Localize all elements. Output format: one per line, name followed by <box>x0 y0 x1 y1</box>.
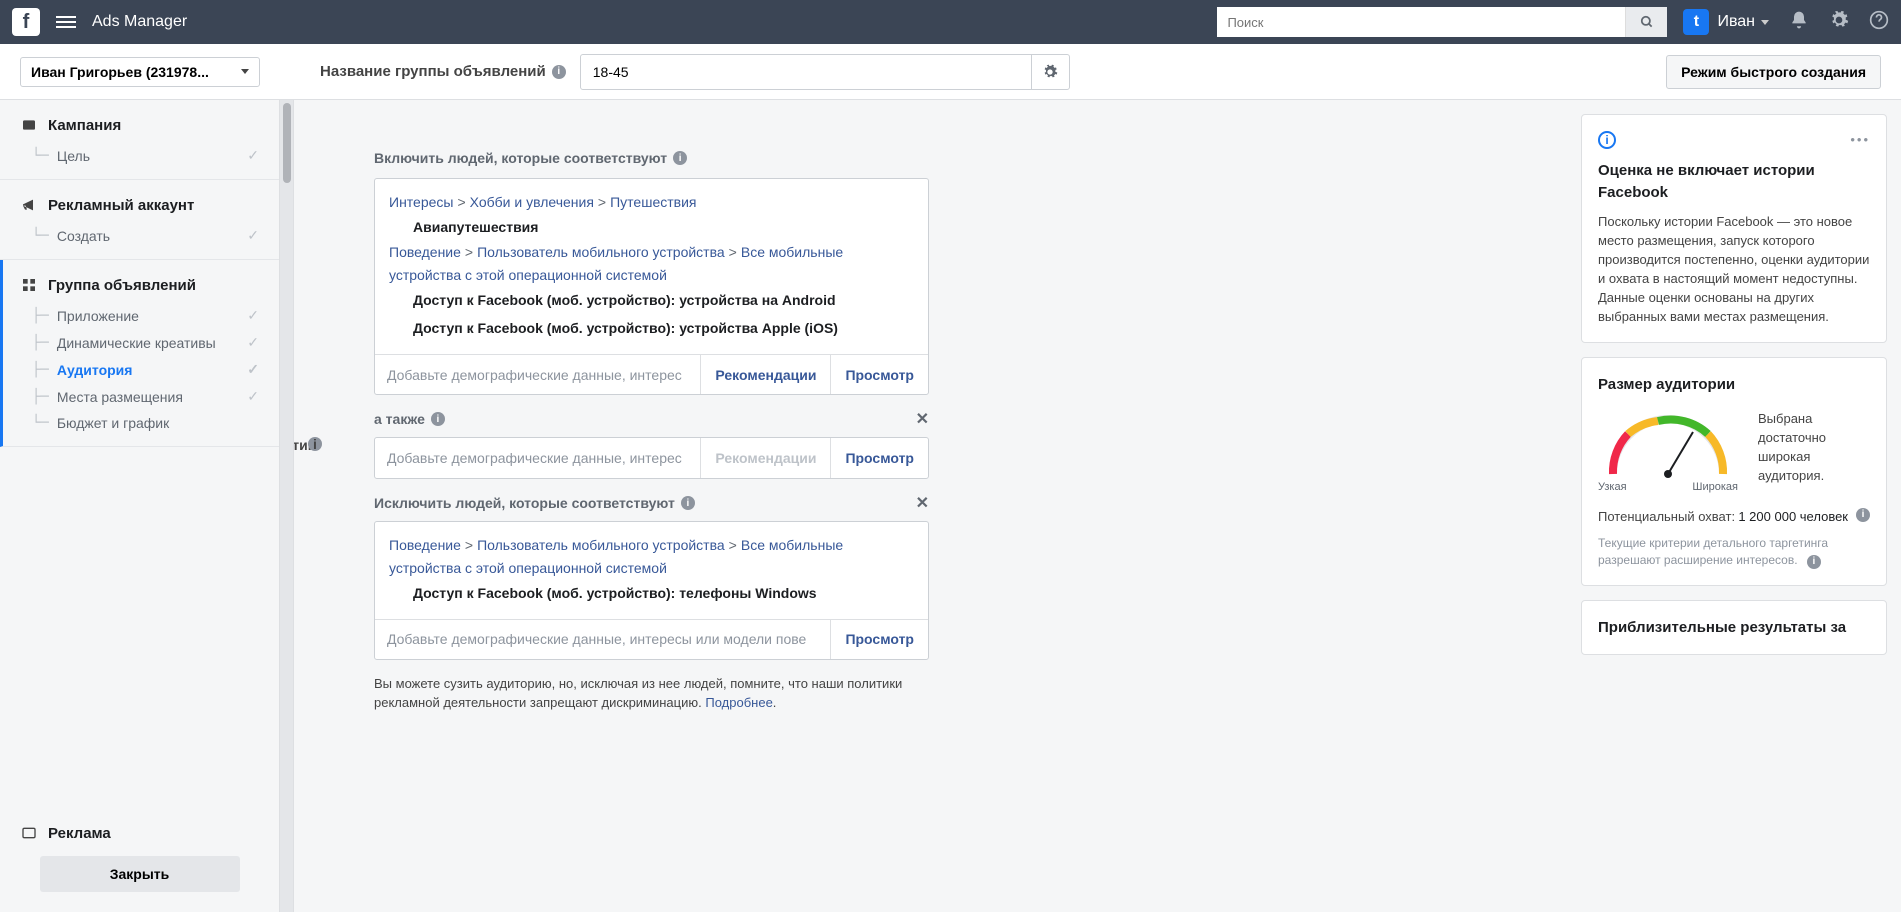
info-icon: i <box>681 496 695 510</box>
exclude-box: Поведение>Пользователь мобильного устрой… <box>374 521 929 660</box>
user-avatar-icon: t <box>1683 9 1709 35</box>
nav-campaign[interactable]: Кампания <box>20 116 259 134</box>
gauge-verdict: Выбрана достаточно широкая аудитория. <box>1758 404 1870 485</box>
narrow-box: Добавьте демографические данные, интерес… <box>374 437 929 479</box>
breadcrumb: Поведение>Пользователь мобильного устрой… <box>389 241 914 286</box>
browse-link[interactable]: Просмотр <box>830 438 928 478</box>
quick-create-button[interactable]: Режим быстрого создания <box>1666 55 1881 89</box>
nav-item-objective[interactable]: └─Цель✓ <box>20 142 259 169</box>
check-icon: ✓ <box>247 227 259 244</box>
add-target-input[interactable]: Добавьте демографические данные, интерес <box>375 367 700 383</box>
info-icon: i <box>552 65 566 79</box>
recommendations-link[interactable]: Рекомендации <box>700 355 830 394</box>
add-target-input[interactable]: Добавьте демографические данные, интерес… <box>375 631 830 647</box>
search-input[interactable] <box>1217 7 1625 37</box>
close-icon[interactable]: ✕ <box>916 409 929 429</box>
include-title: Включить людей, которые соответствуютi <box>374 150 929 166</box>
breadcrumb: Интересы>Хобби и увлечения>Путешествия <box>389 191 914 213</box>
adset-name-input[interactable] <box>581 64 1031 80</box>
more-icon[interactable]: ••• <box>1850 131 1870 150</box>
info-icon: i <box>673 151 687 165</box>
account-selector[interactable]: Иван Григорьев (231978... <box>20 57 260 87</box>
nav-adset[interactable]: Группа объявлений <box>20 276 259 294</box>
search-button[interactable] <box>1625 7 1667 37</box>
info-icon: i <box>1856 508 1870 522</box>
check-icon: ✓ <box>247 147 259 164</box>
breadcrumb: Поведение>Пользователь мобильного устрой… <box>389 534 914 579</box>
check-icon: ✓ <box>247 307 259 324</box>
hamburger-icon[interactable] <box>56 13 76 31</box>
nav-item-audience[interactable]: ├─Аудитория✓ <box>20 356 259 383</box>
info-icon: i <box>1598 131 1616 149</box>
nav-item-dynamic[interactable]: ├─Динамические креативы✓ <box>20 329 259 356</box>
app-title: Ads Manager <box>92 13 187 31</box>
and-also-label: а также <box>374 411 425 427</box>
exclude-title: Исключить людей, которые соответствуют <box>374 495 675 511</box>
target-item[interactable]: Доступ к Facebook (моб. устройство): уст… <box>389 286 914 314</box>
card-body: Поскольку истории Facebook — это новое м… <box>1598 213 1870 326</box>
narrow-note: Вы можете сузить аудиторию, но, исключая… <box>374 674 929 713</box>
user-name: Иван <box>1717 13 1755 31</box>
settings-icon[interactable] <box>1829 10 1849 35</box>
nav-ads[interactable]: Реклама <box>20 824 259 842</box>
check-icon: ✓ <box>247 361 259 378</box>
user-menu[interactable]: t Иван <box>1683 9 1769 35</box>
check-icon: ✓ <box>247 334 259 351</box>
megaphone-icon <box>20 196 38 214</box>
target-item[interactable]: Доступ к Facebook (моб. устройство): тел… <box>389 579 914 607</box>
target-item[interactable]: Авиапутешествия <box>389 213 914 241</box>
targeting-note: Текущие критерии детального таргетинга р… <box>1598 536 1828 567</box>
card-title: Оценка не включает истории Facebook <box>1598 160 1870 204</box>
nav-item-budget[interactable]: └─Бюджет и график <box>20 410 259 436</box>
grid-icon <box>20 276 38 294</box>
audience-gauge <box>1598 404 1738 484</box>
card-title: Приблизительные результаты за <box>1598 617 1870 639</box>
nav-item-placement[interactable]: ├─Места размещения✓ <box>20 383 259 410</box>
reach-label: Потенциальный охват: <box>1598 508 1738 527</box>
ad-icon <box>20 824 38 842</box>
browse-link[interactable]: Просмотр <box>830 620 928 659</box>
info-icon: i <box>431 412 445 426</box>
add-target-input[interactable]: Добавьте демографические данные, интерес <box>375 450 700 466</box>
search-icon <box>1640 15 1654 29</box>
recommendations-link: Рекомендации <box>700 438 830 478</box>
account-name: Иван Григорьев (231978... <box>31 64 209 80</box>
include-box: Интересы>Хобби и увлечения>Путешествия А… <box>374 178 929 395</box>
caret-down-icon <box>1761 20 1769 25</box>
close-button[interactable]: Закрыть <box>40 856 240 892</box>
target-item[interactable]: Доступ к Facebook (моб. устройство): уст… <box>389 314 914 342</box>
facebook-logo[interactable]: f <box>12 8 40 36</box>
check-icon: ✓ <box>247 388 259 405</box>
card-title: Размер аудитории <box>1598 374 1870 396</box>
reach-value: 1 200 000 человек <box>1738 508 1848 527</box>
gear-icon[interactable] <box>1031 55 1069 89</box>
notifications-icon[interactable] <box>1789 10 1809 35</box>
caret-down-icon <box>241 69 249 74</box>
close-icon[interactable]: ✕ <box>916 493 929 513</box>
learn-more-link[interactable]: Подробнее <box>705 695 772 710</box>
campaign-icon <box>20 116 38 134</box>
browse-link[interactable]: Просмотр <box>830 355 928 394</box>
nav-item-create[interactable]: └─Создать✓ <box>20 222 259 249</box>
nav-adaccount[interactable]: Рекламный аккаунт <box>20 196 259 214</box>
info-icon: i <box>1807 555 1821 569</box>
sidebar-scrollbar[interactable] <box>280 100 294 912</box>
help-icon[interactable] <box>1869 10 1889 35</box>
adset-name-label: Название группы объявленийi <box>320 63 566 80</box>
nav-item-app[interactable]: ├─Приложение✓ <box>20 302 259 329</box>
